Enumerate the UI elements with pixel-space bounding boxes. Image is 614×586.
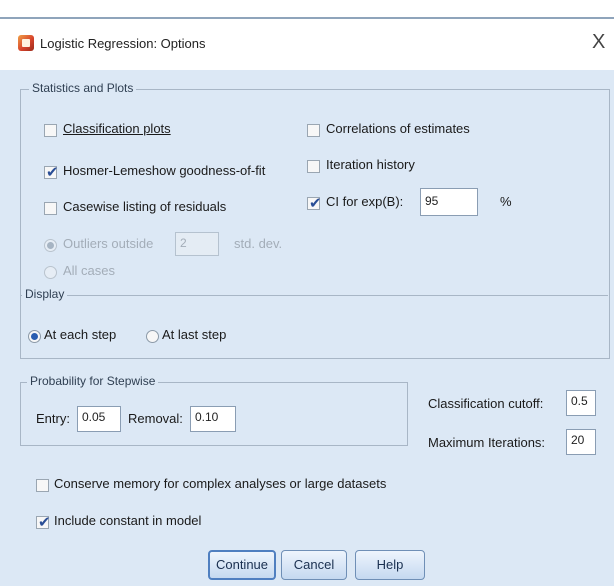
cancel-button[interactable]: Cancel: [281, 550, 347, 580]
title-bar: Logistic Regression: Options X: [0, 20, 614, 70]
at-each-step-radio[interactable]: [28, 330, 41, 343]
iteration-history-label[interactable]: Iteration history: [326, 157, 415, 172]
classification-cutoff-label: Classification cutoff:: [428, 396, 544, 411]
include-constant-checkbox[interactable]: [36, 513, 51, 531]
outliers-outside-label: Outliers outside: [63, 236, 154, 251]
removal-label: Removal:: [128, 411, 183, 426]
maximum-iterations-input[interactable]: 20: [566, 429, 596, 455]
background-window-strip: [0, 0, 614, 20]
ci-exp-b-label[interactable]: CI for exp(B):: [326, 194, 403, 209]
iteration-history-checkbox[interactable]: [307, 160, 320, 173]
classification-cutoff-input[interactable]: 0.5: [566, 390, 596, 416]
hosmer-lemeshow-checkbox[interactable]: [44, 163, 59, 181]
outliers-std-dev-input[interactable]: 2: [175, 232, 219, 256]
hosmer-lemeshow-label[interactable]: Hosmer-Lemeshow goodness-of-fit: [63, 163, 265, 178]
probability-stepwise-legend: Probability for Stepwise: [27, 374, 159, 388]
dialog-title: Logistic Regression: Options: [40, 36, 206, 51]
classification-plots-label[interactable]: Classification plots: [63, 121, 171, 136]
classification-plots-checkbox[interactable]: [44, 124, 57, 137]
ci-level-input[interactable]: 95: [420, 188, 478, 216]
conserve-memory-label[interactable]: Conserve memory for complex analyses or …: [54, 476, 386, 491]
display-legend: Display: [22, 287, 68, 301]
at-each-step-label[interactable]: At each step: [44, 327, 116, 342]
include-constant-label[interactable]: Include constant in model: [54, 513, 201, 528]
conserve-memory-checkbox[interactable]: [36, 479, 49, 492]
at-last-step-label[interactable]: At last step: [162, 327, 226, 342]
continue-button[interactable]: Continue: [208, 550, 276, 580]
maximum-iterations-label: Maximum Iterations:: [428, 435, 546, 450]
background-divider: [0, 17, 614, 19]
outliers-outside-radio[interactable]: [44, 239, 57, 252]
help-button[interactable]: Help: [355, 550, 425, 580]
std-dev-unit-label: std. dev.: [234, 236, 283, 251]
spss-app-icon: [18, 35, 34, 51]
removal-probability-input[interactable]: 0.10: [190, 406, 236, 432]
casewise-listing-label[interactable]: Casewise listing of residuals: [63, 199, 226, 214]
correlations-label[interactable]: Correlations of estimates: [326, 121, 470, 136]
casewise-listing-checkbox[interactable]: [44, 202, 57, 215]
ci-percent-label: %: [500, 194, 512, 209]
ci-exp-b-checkbox[interactable]: [307, 194, 322, 212]
entry-label: Entry:: [36, 411, 70, 426]
statistics-and-plots-legend: Statistics and Plots: [29, 81, 137, 95]
close-icon[interactable]: X: [592, 30, 605, 54]
display-group: Display: [20, 287, 608, 356]
all-cases-radio[interactable]: [44, 266, 57, 279]
correlations-checkbox[interactable]: [307, 124, 320, 137]
entry-probability-input[interactable]: 0.05: [77, 406, 121, 432]
all-cases-label: All cases: [63, 263, 116, 278]
at-last-step-radio[interactable]: [146, 330, 159, 343]
